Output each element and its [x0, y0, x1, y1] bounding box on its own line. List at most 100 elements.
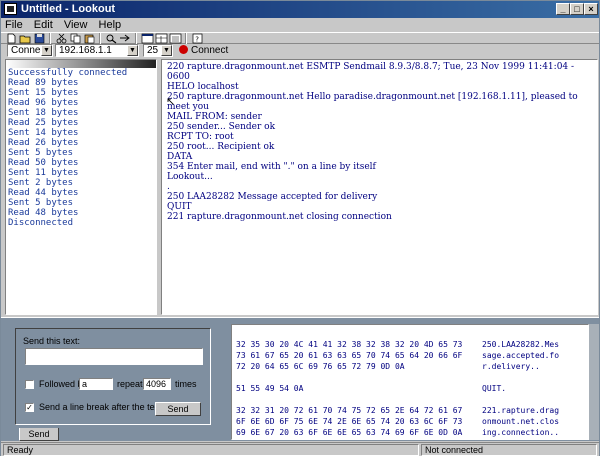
transcript-line: 250 root... Recipient ok — [167, 142, 275, 152]
hex-bytes-row: 6F 6E 6D 6F 75 6E 74 2E 6E 65 74 20 63 6… — [236, 417, 463, 426]
transcript-line: 250 sender... Sender ok — [167, 122, 276, 132]
panel-icon[interactable] — [141, 33, 154, 44]
log-list: Successfully connected Read 89 bytes Sent … — [6, 68, 156, 228]
mouse-cursor-icon: ↖ — [166, 96, 176, 108]
hex-ascii-row: QUIT. — [482, 384, 507, 393]
log-line: Read 25 bytes — [8, 118, 79, 128]
hex-scrollbar[interactable] — [589, 324, 599, 440]
log-line: Sent 5 bytes — [8, 198, 74, 208]
window-icon[interactable] — [155, 33, 168, 44]
copy-icon[interactable] — [69, 33, 82, 44]
cut-icon[interactable] — [55, 33, 68, 44]
help-icon[interactable]: ? — [191, 33, 204, 44]
hex-dump-pane[interactable]: 32 35 30 20 4C 41 41 32 38 32 38 32 20 4… — [231, 324, 589, 440]
close-button[interactable]: × — [584, 3, 598, 15]
transcript-line: 220 rapture.dragonmount.net ESMTP Sendma… — [167, 62, 575, 72]
line-break-label: Send a line break after the text. — [39, 402, 165, 412]
log-line: Sent 14 bytes — [8, 128, 79, 138]
mode-select[interactable]: Connect ▼ — [7, 44, 53, 57]
hex-ascii-row: 221.rapture.drag — [482, 406, 560, 415]
log-line: Read 89 bytes — [8, 78, 79, 88]
main-window: Untitled - Lookout _ □ × File Edit View … — [0, 0, 600, 456]
toolbar-separator — [185, 33, 187, 44]
log-line: Read 44 bytes — [8, 188, 79, 198]
send-icon[interactable] — [119, 33, 132, 44]
log-line: Sent 18 bytes — [8, 108, 79, 118]
app-icon — [4, 3, 17, 15]
window-title: Untitled - Lookout — [21, 3, 116, 15]
hex-ascii-row — [482, 394, 559, 405]
transcript-line: 0600 — [167, 72, 190, 82]
hex-bytes: 32 35 30 20 4C 41 41 32 38 32 38 32 20 4… — [236, 339, 462, 438]
send-text-input[interactable] — [25, 348, 203, 365]
status-left: Ready — [3, 444, 419, 456]
menu-bar: File Edit View Help — [1, 18, 599, 32]
hex-ascii-row: sage.accepted.fo — [482, 351, 560, 360]
hex-bytes-row: 69 6E 67 20 63 6F 6E 6E 65 63 74 69 6F 6… — [236, 428, 463, 437]
transcript-line: meet you — [167, 102, 209, 112]
send-raw-panel: Send this text: Followed by a repeated 4… — [5, 322, 215, 451]
transcript-line: RCPT TO: root — [167, 132, 234, 142]
paste-icon[interactable] — [83, 33, 96, 44]
host-input[interactable]: 192.168.1.1 ▼ — [55, 44, 139, 57]
port-input[interactable]: 25 ▼ — [143, 44, 173, 57]
transcript-line: MAIL FROM: sender — [167, 112, 262, 122]
followed-by-input[interactable]: a — [79, 378, 113, 390]
toolbar-separator — [135, 33, 137, 44]
log-line: Successfully connected — [8, 68, 128, 78]
find-icon[interactable] — [105, 33, 118, 44]
connect-label: Connect — [191, 45, 229, 56]
menu-help[interactable]: Help — [95, 18, 126, 32]
hex-ascii-row — [482, 372, 559, 383]
chevron-down-icon[interactable]: ▼ — [161, 45, 172, 56]
panel2-icon[interactable] — [169, 33, 182, 44]
save-icon[interactable] — [33, 33, 46, 44]
log-line: Sent 15 bytes — [8, 88, 79, 98]
transcript-line: 250 LAA28282 Message accepted for delive… — [167, 192, 378, 202]
hex-bytes-row: 72 20 64 65 6C 69 76 65 72 79 0D 0A — [236, 362, 405, 371]
transcript-pane[interactable]: 220 rapture.dragonmount.net ESMTP Sendma… — [161, 59, 598, 315]
log-line: Sent 5 bytes — [8, 148, 74, 158]
log-pane-header — [6, 60, 156, 68]
log-line: Read 48 bytes — [8, 208, 79, 218]
maximize-button[interactable]: □ — [570, 3, 584, 15]
hex-ascii-row: ing.connection.. — [482, 428, 560, 437]
hex-bytes-row — [236, 394, 462, 405]
menu-file[interactable]: File — [1, 18, 27, 32]
menu-edit[interactable]: Edit — [30, 18, 57, 32]
transcript-line: 221 rapture.dragonmount.net closing conn… — [167, 212, 392, 222]
bottom-panel: Send this text: Followed by a repeated 4… — [1, 317, 599, 451]
transcript-line: HELO localhost — [167, 82, 239, 92]
hex-bytes-row: 32 35 30 20 4C 41 41 32 38 32 38 32 20 4… — [236, 340, 463, 349]
connection-bar: Connect ▼ 192.168.1.1 ▼ 25 ▼ Connect — [1, 44, 599, 58]
new-icon[interactable] — [5, 33, 18, 44]
log-pane[interactable]: Successfully connected Read 89 bytes Sent … — [5, 59, 157, 315]
tab-send-raw[interactable]: Send Raw — [19, 428, 59, 451]
log-line: Sent 11 bytes — [8, 168, 79, 178]
log-line: Read 26 bytes — [8, 138, 79, 148]
open-icon[interactable] — [19, 33, 32, 44]
connect-button[interactable]: Connect — [179, 44, 228, 57]
followed-by-checkbox[interactable] — [25, 380, 34, 389]
host-value: 192.168.1.1 — [59, 45, 112, 56]
toolbar-separator — [99, 33, 101, 44]
log-line: Disconnected — [8, 218, 74, 228]
svg-text:?: ? — [195, 36, 199, 44]
times-label: times — [175, 379, 197, 389]
chevron-down-icon[interactable]: ▼ — [127, 45, 138, 56]
log-line: Read 96 bytes — [8, 98, 79, 108]
chevron-down-icon[interactable]: ▼ — [41, 45, 52, 56]
send-button[interactable]: Send — [155, 402, 201, 416]
toolbar-separator — [49, 33, 51, 44]
hex-bytes-row: 32 32 31 20 72 61 70 74 75 72 65 2E 64 7… — [236, 406, 463, 415]
menu-view[interactable]: View — [60, 18, 92, 32]
line-break-checkbox[interactable]: ✓ — [25, 403, 34, 412]
transcript-line: QUIT — [167, 202, 192, 212]
hex-bytes-row: 51 55 49 54 0A — [236, 384, 304, 393]
repeated-input[interactable]: 4096 — [143, 378, 171, 390]
transcript-list: 220 rapture.dragonmount.net ESMTP Sendma… — [162, 60, 597, 222]
transcript-line: 250 rapture.dragonmount.net Hello paradi… — [167, 92, 578, 102]
minimize-button[interactable]: _ — [556, 3, 570, 15]
hex-bytes-row — [236, 372, 462, 383]
title-bar[interactable]: Untitled - Lookout _ □ × — [1, 1, 599, 18]
